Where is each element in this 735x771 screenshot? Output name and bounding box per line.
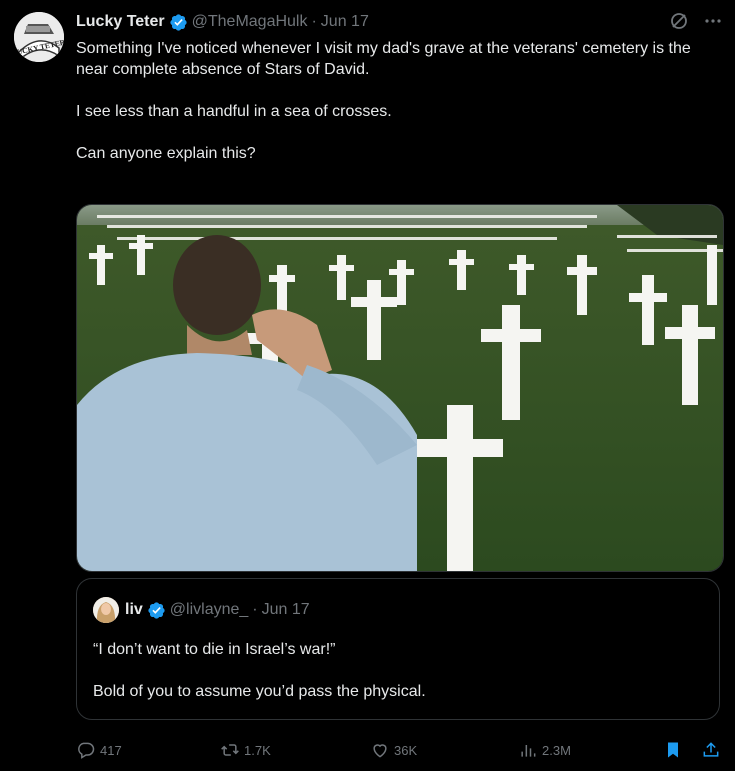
more-icon[interactable] bbox=[703, 11, 723, 31]
tweet-header: Lucky Teter @TheMagaHulk · Jun 17 bbox=[76, 11, 723, 33]
tweet-paragraph: Something I've noticed whenever I visit … bbox=[76, 40, 691, 78]
quote-header: liv @livlayne_ · Jun 17 bbox=[93, 597, 310, 623]
quote-author-avatar[interactable] bbox=[93, 597, 119, 623]
repost-count: 1.7K bbox=[244, 742, 271, 758]
author-name[interactable]: Lucky Teter bbox=[76, 13, 165, 31]
action-bar: 417 1.7K 36K 2.3M bbox=[76, 736, 722, 764]
quote-paragraph: “I don’t want to die in Israel’s war!” bbox=[93, 641, 336, 658]
tweet-date[interactable]: Jun 17 bbox=[321, 13, 369, 31]
tweet-text: Something I've noticed whenever I visit … bbox=[76, 38, 716, 164]
quote-author-handle[interactable]: @livlayne_ bbox=[170, 601, 249, 619]
tweet-paragraph: I see less than a handful in a sea of cr… bbox=[76, 103, 392, 120]
reply-count: 417 bbox=[100, 742, 122, 758]
views-button[interactable]: 2.3M bbox=[518, 740, 571, 760]
quoted-tweet[interactable]: liv @livlayne_ · Jun 17 “I don’t want to… bbox=[76, 578, 720, 720]
reply-button[interactable]: 417 bbox=[76, 740, 122, 760]
share-icon bbox=[703, 742, 719, 757]
repost-button[interactable]: 1.7K bbox=[220, 740, 271, 760]
verified-icon bbox=[170, 13, 187, 31]
author-avatar[interactable]: LUCKY TETER bbox=[14, 12, 64, 62]
repost-icon bbox=[221, 744, 239, 756]
tweet-image[interactable] bbox=[76, 204, 724, 572]
reply-icon bbox=[78, 742, 95, 759]
views-count: 2.3M bbox=[542, 742, 571, 758]
like-button[interactable]: 36K bbox=[370, 740, 417, 760]
tweet-paragraph: Can anyone explain this? bbox=[76, 145, 256, 162]
bookmark-button[interactable] bbox=[663, 740, 687, 760]
grok-icon[interactable] bbox=[669, 11, 689, 31]
quote-text: “I don’t want to die in Israel’s war!” B… bbox=[93, 639, 703, 702]
quote-paragraph: Bold of you to assume you’d pass the phy… bbox=[93, 683, 426, 700]
quote-author-name[interactable]: liv bbox=[125, 601, 143, 619]
verified-icon bbox=[148, 601, 165, 619]
like-count: 36K bbox=[394, 742, 418, 758]
bookmark-icon bbox=[668, 742, 678, 758]
like-icon bbox=[373, 744, 387, 758]
share-button[interactable] bbox=[701, 740, 725, 760]
views-icon bbox=[521, 745, 536, 757]
separator-dot: · bbox=[252, 601, 258, 618]
separator-dot: · bbox=[311, 13, 317, 30]
quote-date[interactable]: Jun 17 bbox=[262, 601, 310, 619]
author-handle[interactable]: @TheMagaHulk bbox=[192, 13, 308, 31]
